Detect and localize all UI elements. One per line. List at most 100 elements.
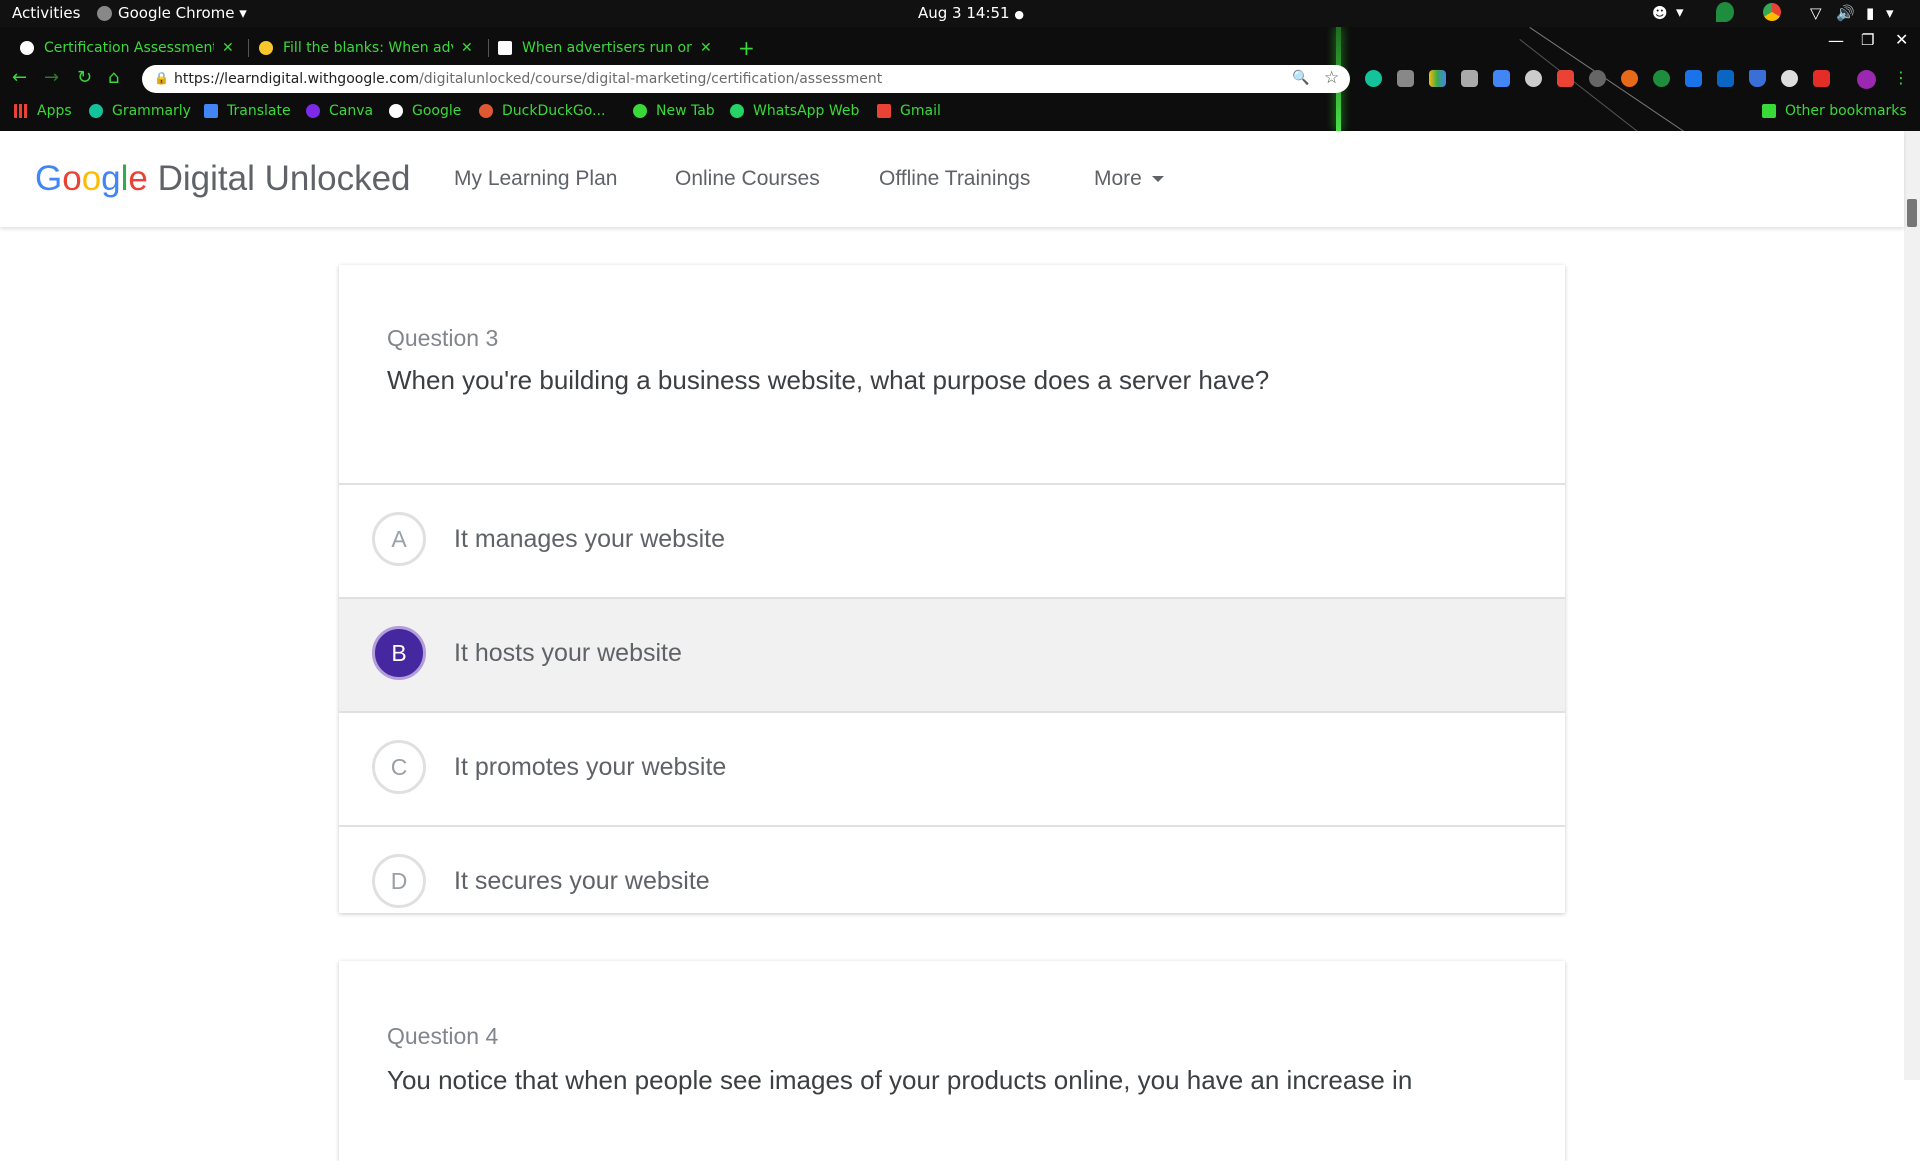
hangouts-extension-icon[interactable] <box>1653 70 1670 87</box>
google-drive-icon[interactable] <box>1429 70 1446 87</box>
wifi-icon[interactable]: ▽ <box>1810 4 1822 22</box>
option-text: It hosts your website <box>454 639 682 667</box>
close-icon[interactable]: ✕ <box>461 40 473 56</box>
extension-icon[interactable] <box>1781 70 1798 87</box>
tab-fill-the-blanks[interactable]: Fill the blanks: When adve ✕ <box>259 33 473 63</box>
canva-icon <box>306 104 320 118</box>
profile-avatar[interactable] <box>1857 70 1876 89</box>
bookmark-label: WhatsApp Web <box>753 103 860 119</box>
new-tab-icon <box>633 104 647 118</box>
youtube-extension-icon[interactable] <box>1813 70 1830 87</box>
extension-icon[interactable] <box>1493 70 1510 87</box>
option-text: It manages your website <box>454 525 725 553</box>
site-logo[interactable]: Google Digital Unlocked <box>35 159 411 199</box>
bookmark-new-tab[interactable]: New Tab <box>633 99 715 123</box>
close-icon[interactable]: ✕ <box>222 40 234 56</box>
option-letter-badge: D <box>372 854 426 908</box>
scrollbar-thumb[interactable] <box>1907 199 1917 227</box>
tab-separator <box>488 39 489 57</box>
minimize-icon[interactable]: — <box>1828 31 1844 50</box>
chevron-down-icon[interactable]: ▾ <box>1676 3 1684 21</box>
question-number: Question 4 <box>387 1023 499 1049</box>
system-top-bar: Activities Google Chrome ▾ Aug 3 14:51 ●… <box>0 0 1920 27</box>
forward-arrow-icon[interactable]: → <box>44 67 59 88</box>
nav-online-courses[interactable]: Online Courses <box>675 167 820 191</box>
browser-chrome: Certification Assessment ✕ Fill the blan… <box>0 27 1920 131</box>
back-arrow-icon[interactable]: ← <box>12 67 27 88</box>
tab-certification-assessment[interactable]: Certification Assessment ✕ <box>20 33 234 63</box>
option-text: It secures your website <box>454 867 710 895</box>
bookmark-canva[interactable]: Canva <box>306 99 373 123</box>
extension-icon[interactable] <box>1397 70 1414 87</box>
nav-more[interactable]: More <box>1094 167 1164 191</box>
home-icon[interactable]: ⌂ <box>108 67 119 88</box>
answer-option-c[interactable]: C It promotes your website <box>339 711 1565 825</box>
zoom-icon[interactable]: 🔍 <box>1292 70 1309 86</box>
bookmark-whatsapp[interactable]: WhatsApp Web <box>730 99 859 123</box>
linkedin-extension-icon[interactable] <box>1717 70 1734 87</box>
new-tab-button[interactable]: + <box>738 33 755 63</box>
mail-extension-icon[interactable] <box>1461 70 1478 87</box>
plus-icon: + <box>738 36 755 60</box>
google-wordmark: Google <box>35 159 148 198</box>
logo-letter: g <box>101 159 121 198</box>
chrome-app-icon <box>97 6 112 21</box>
product-name: Digital Unlocked <box>147 159 411 198</box>
nav-my-learning-plan[interactable]: My Learning Plan <box>454 167 617 191</box>
gmail-icon <box>877 104 891 118</box>
extension-icon[interactable] <box>1621 70 1638 87</box>
close-window-icon[interactable]: ✕ <box>1895 30 1908 49</box>
option-letter-badge: A <box>372 512 426 566</box>
chevron-down-icon: ▾ <box>239 4 247 22</box>
reload-icon[interactable]: ↻ <box>77 67 92 88</box>
bookmark-google[interactable]: Google <box>389 99 461 123</box>
question-number: Question 3 <box>387 325 499 351</box>
answer-option-d[interactable]: D It secures your website <box>339 825 1565 913</box>
bookmark-gmail[interactable]: Gmail <box>877 99 941 123</box>
other-bookmarks[interactable]: Other bookmarks <box>1762 99 1907 123</box>
bookmark-star-icon[interactable]: ☆ <box>1324 68 1339 88</box>
bookmark-apps[interactable]: Apps <box>14 99 72 123</box>
close-icon[interactable]: ✕ <box>700 40 712 56</box>
clock[interactable]: Aug 3 14:51 ● <box>918 4 1024 22</box>
app-menu[interactable]: Google Chrome ▾ <box>118 4 247 22</box>
lock-icon[interactable]: 🔒 <box>154 71 169 85</box>
tab-title: When advertisers run onl <box>522 40 692 56</box>
gmail-extension-icon[interactable] <box>1557 70 1574 87</box>
url-text[interactable]: https://learndigital.withgoogle.com/digi… <box>174 71 882 87</box>
restore-icon[interactable]: ❐ <box>1861 31 1874 49</box>
bookmark-grammarly[interactable]: Grammarly <box>89 99 191 123</box>
activities-button[interactable]: Activities <box>12 4 80 22</box>
chevron-down-icon[interactable]: ▾ <box>1886 4 1894 22</box>
other-bookmarks-label: Other bookmarks <box>1785 103 1907 119</box>
bookmark-label: New Tab <box>656 103 715 119</box>
grammarly-extension-icon[interactable] <box>1365 70 1382 87</box>
logo-letter: e <box>128 159 148 198</box>
extension-icon[interactable] <box>1589 70 1606 87</box>
page-scrollbar[interactable] <box>1904 131 1920 1080</box>
tab-title: Fill the blanks: When adve <box>283 40 453 56</box>
option-text: It promotes your website <box>454 753 727 781</box>
address-bar[interactable]: 🔒 https://learndigital.withgoogle.com/di… <box>142 65 1350 93</box>
bookmark-translate[interactable]: Translate <box>204 99 291 123</box>
battery-icon[interactable]: ▮ <box>1866 4 1874 22</box>
option-letter-badge: B <box>372 626 426 680</box>
nav-offline-trainings[interactable]: Offline Trainings <box>879 167 1030 191</box>
accessibility-icon[interactable]: ☻ <box>1652 4 1668 22</box>
menu-dots-icon[interactable]: ⋮ <box>1893 68 1909 87</box>
bookmark-label: Apps <box>37 103 72 119</box>
logo-letter: o <box>81 159 102 198</box>
extension-icon[interactable] <box>1749 70 1766 87</box>
timer-extension-icon[interactable] <box>1525 70 1542 87</box>
volume-icon[interactable]: 🔊 <box>1836 4 1855 22</box>
extension-icon[interactable] <box>1685 70 1702 87</box>
apps-grid-icon <box>14 104 28 118</box>
bookmark-duckduckgo[interactable]: DuckDuckGo... <box>479 99 605 123</box>
chrome-tray-icon[interactable] <box>1763 3 1781 21</box>
bulb-favicon-icon <box>259 41 273 55</box>
bookmark-label: Grammarly <box>112 103 191 119</box>
hangouts-icon[interactable] <box>1716 2 1734 22</box>
tab-when-advertisers[interactable]: When advertisers run onl ✕ <box>498 33 712 63</box>
answer-option-a[interactable]: A It manages your website <box>339 483 1565 597</box>
answer-option-b[interactable]: B It hosts your website <box>339 597 1565 711</box>
